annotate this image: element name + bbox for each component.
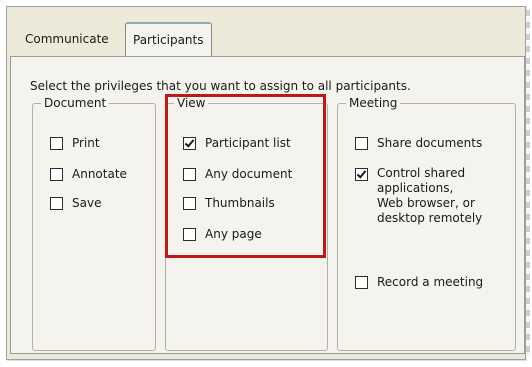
print-checkbox-box[interactable] (50, 137, 63, 150)
tab-communicate[interactable]: Communicate (18, 24, 116, 54)
annotate-checkbox[interactable]: Annotate (50, 166, 127, 182)
save-label: Save (72, 196, 102, 210)
torn-edge-decoration (526, 10, 530, 358)
control-shared-checkbox-box[interactable] (355, 168, 368, 181)
control-shared-label: Control shared applications, Web browser… (377, 166, 483, 225)
view-group-highlight-box (165, 94, 326, 258)
tab-participants[interactable]: Participants (125, 22, 212, 58)
control-shared-checkbox[interactable]: Control shared applications, Web browser… (355, 166, 482, 226)
instruction-text: Select the privileges that you want to a… (30, 79, 411, 93)
print-checkbox[interactable]: Print (50, 135, 100, 151)
meeting-group-legend: Meeting (346, 95, 401, 111)
share-documents-checkbox[interactable]: Share documents (355, 135, 482, 151)
annotate-checkbox-box[interactable] (50, 168, 63, 181)
share-documents-label: Share documents (377, 136, 483, 150)
record-meeting-checkbox[interactable]: Record a meeting (355, 274, 483, 290)
document-group-legend: Document (41, 95, 110, 111)
annotate-label: Annotate (72, 167, 127, 181)
record-meeting-checkbox-box[interactable] (355, 276, 368, 289)
share-documents-checkbox-box[interactable] (355, 137, 368, 150)
save-checkbox[interactable]: Save (50, 195, 101, 211)
print-label: Print (72, 136, 100, 150)
record-meeting-label: Record a meeting (377, 275, 484, 289)
save-checkbox-box[interactable] (50, 197, 63, 210)
